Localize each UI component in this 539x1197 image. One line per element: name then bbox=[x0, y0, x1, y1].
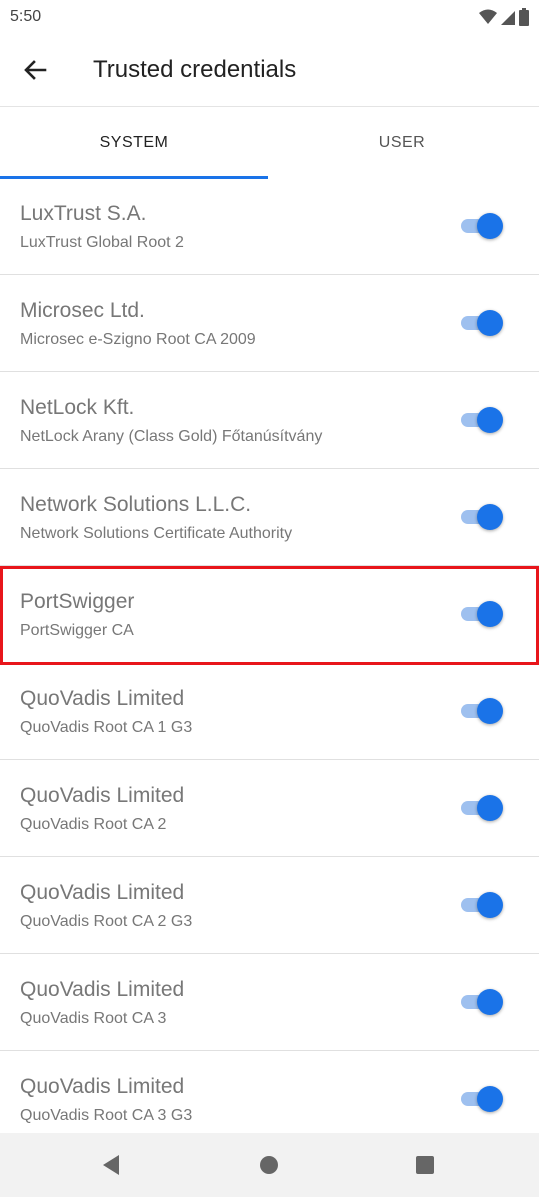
credential-org: QuoVadis Limited bbox=[20, 687, 185, 710]
credential-row[interactable]: QuoVadis Limited QuoVadis Root CA 2 G3 bbox=[0, 857, 539, 954]
credential-name: QuoVadis Root CA 2 G3 bbox=[20, 913, 193, 930]
credential-toggle[interactable] bbox=[461, 989, 503, 1015]
signal-icon bbox=[501, 11, 515, 25]
battery-icon bbox=[519, 8, 529, 26]
back-arrow-icon[interactable] bbox=[20, 55, 50, 85]
credential-name: Microsec e-Szigno Root CA 2009 bbox=[20, 331, 256, 348]
home-icon[interactable] bbox=[257, 1153, 281, 1177]
credential-org: Network Solutions L.L.C. bbox=[20, 493, 252, 516]
credential-toggle[interactable] bbox=[461, 795, 503, 821]
credential-name: QuoVadis Root CA 2 bbox=[20, 816, 167, 833]
recents-icon[interactable] bbox=[413, 1153, 437, 1177]
credential-org: QuoVadis Limited bbox=[20, 784, 185, 807]
credential-row[interactable]: QuoVadis Limited QuoVadis Root CA 3 G3 bbox=[0, 1051, 539, 1133]
credential-name: Network Solutions Certificate Authority bbox=[20, 525, 293, 542]
navigation-bar bbox=[0, 1133, 539, 1197]
credential-name: QuoVadis Root CA 3 bbox=[20, 1010, 167, 1027]
credentials-list[interactable]: LuxTrust S.A. LuxTrust Global Root 2 Mic… bbox=[0, 178, 539, 1133]
status-time: 5:50 bbox=[10, 8, 42, 25]
credential-row-portswigger[interactable]: PortSwigger PortSwigger CA bbox=[0, 566, 539, 663]
credential-toggle[interactable] bbox=[461, 504, 503, 530]
credential-org: PortSwigger bbox=[20, 590, 135, 613]
wifi-icon bbox=[479, 9, 497, 24]
credential-org: LuxTrust S.A. bbox=[20, 202, 147, 225]
credential-toggle[interactable] bbox=[461, 698, 503, 724]
credential-row[interactable]: Microsec Ltd. Microsec e-Szigno Root CA … bbox=[0, 275, 539, 372]
credential-toggle[interactable] bbox=[461, 601, 503, 627]
credential-toggle[interactable] bbox=[461, 892, 503, 918]
credential-toggle[interactable] bbox=[461, 213, 503, 239]
credential-toggle[interactable] bbox=[461, 407, 503, 433]
page-title: Trusted credentials bbox=[93, 56, 297, 83]
tab-system[interactable]: SYSTEM bbox=[0, 107, 268, 178]
credential-row[interactable]: QuoVadis Limited QuoVadis Root CA 1 G3 bbox=[0, 663, 539, 760]
credential-org: QuoVadis Limited bbox=[20, 1075, 185, 1098]
back-icon[interactable] bbox=[99, 1153, 123, 1177]
credential-name: LuxTrust Global Root 2 bbox=[20, 234, 184, 251]
credential-row[interactable]: QuoVadis Limited QuoVadis Root CA 2 bbox=[0, 760, 539, 857]
credential-row[interactable]: NetLock Kft. NetLock Arany (Class Gold) … bbox=[0, 372, 539, 469]
credential-org: QuoVadis Limited bbox=[20, 881, 185, 904]
credential-name: NetLock Arany (Class Gold) Főtanúsítvány bbox=[20, 428, 323, 445]
tab-user[interactable]: USER bbox=[268, 107, 536, 178]
credential-toggle[interactable] bbox=[461, 1086, 503, 1112]
credential-row[interactable]: QuoVadis Limited QuoVadis Root CA 3 bbox=[0, 954, 539, 1051]
credential-org: QuoVadis Limited bbox=[20, 978, 185, 1001]
credential-name: QuoVadis Root CA 1 G3 bbox=[20, 719, 193, 736]
status-icons bbox=[479, 8, 529, 26]
credential-name: QuoVadis Root CA 3 G3 bbox=[20, 1107, 193, 1124]
credential-row[interactable]: LuxTrust S.A. LuxTrust Global Root 2 bbox=[0, 178, 539, 275]
credential-org: Microsec Ltd. bbox=[20, 299, 145, 322]
app-bar: Trusted credentials bbox=[0, 34, 539, 107]
tab-bar: SYSTEM USER bbox=[0, 107, 539, 178]
credential-name: PortSwigger CA bbox=[20, 622, 134, 639]
credential-row[interactable]: Network Solutions L.L.C. Network Solutio… bbox=[0, 469, 539, 566]
status-bar: 5:50 bbox=[0, 0, 539, 34]
credential-org: NetLock Kft. bbox=[20, 396, 135, 419]
credential-toggle[interactable] bbox=[461, 310, 503, 336]
